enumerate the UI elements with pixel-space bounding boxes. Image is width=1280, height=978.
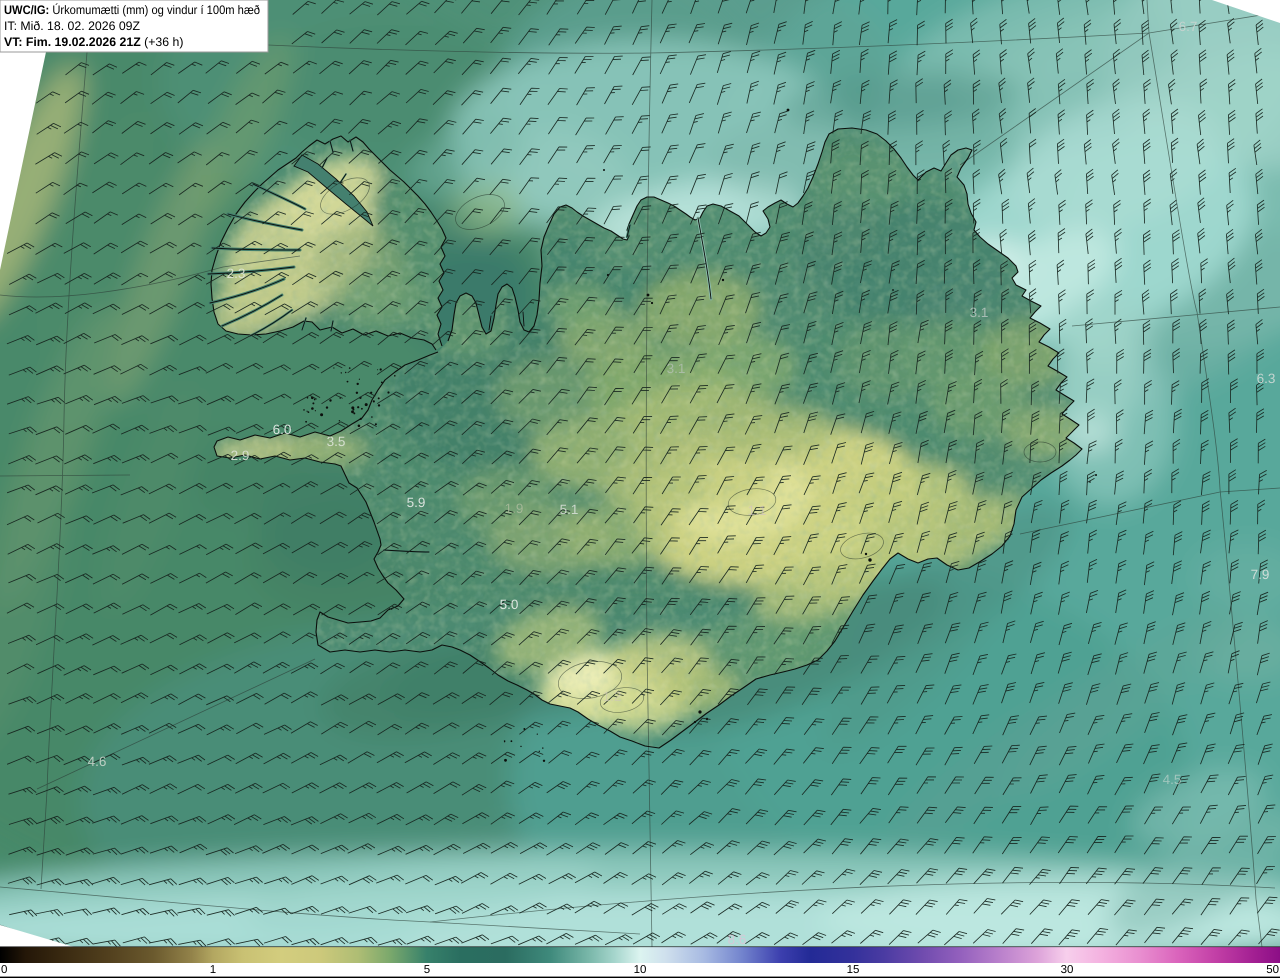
- svg-text:30: 30: [1061, 964, 1074, 976]
- svg-text:5: 5: [424, 964, 430, 976]
- svg-text:5.0: 5.0: [500, 597, 519, 612]
- svg-text:VT: Fim. 19.02.2026 21Z (+36 h: VT: Fim. 19.02.2026 21Z (+36 h): [4, 35, 183, 49]
- svg-text:4.6: 4.6: [88, 754, 107, 769]
- svg-text:1.1: 1.1: [748, 503, 767, 518]
- svg-text:3.1: 3.1: [970, 305, 989, 320]
- svg-text:5.9: 5.9: [407, 495, 426, 510]
- svg-text:IT: Mið. 18. 02. 2026 09Z: IT: Mið. 18. 02. 2026 09Z: [4, 19, 141, 33]
- svg-text:0: 0: [1, 964, 7, 976]
- svg-text:5.1: 5.1: [560, 502, 579, 517]
- svg-text:1.9: 1.9: [505, 501, 524, 516]
- svg-text:4.5: 4.5: [1163, 772, 1182, 787]
- svg-text:UWC/IG: Úrkomumætti (mm) og vi: UWC/IG: Úrkomumætti (mm) og vindur í 100…: [4, 3, 260, 17]
- svg-text:1.2: 1.2: [603, 689, 622, 704]
- svg-text:10: 10: [634, 964, 647, 976]
- svg-text:8.6: 8.6: [728, 932, 747, 947]
- svg-text:15: 15: [847, 964, 860, 976]
- svg-text:1: 1: [210, 964, 216, 976]
- svg-text:3.1: 3.1: [667, 361, 686, 376]
- svg-text:6.3: 6.3: [1257, 371, 1276, 386]
- svg-text:6.0: 6.0: [273, 422, 292, 437]
- svg-text:6.7: 6.7: [1179, 19, 1198, 34]
- svg-text:2.9: 2.9: [231, 448, 250, 463]
- svg-text:7.9: 7.9: [1251, 567, 1270, 582]
- svg-text:3.5: 3.5: [327, 434, 346, 449]
- svg-text:2.3: 2.3: [227, 266, 246, 281]
- svg-text:50: 50: [1266, 964, 1279, 976]
